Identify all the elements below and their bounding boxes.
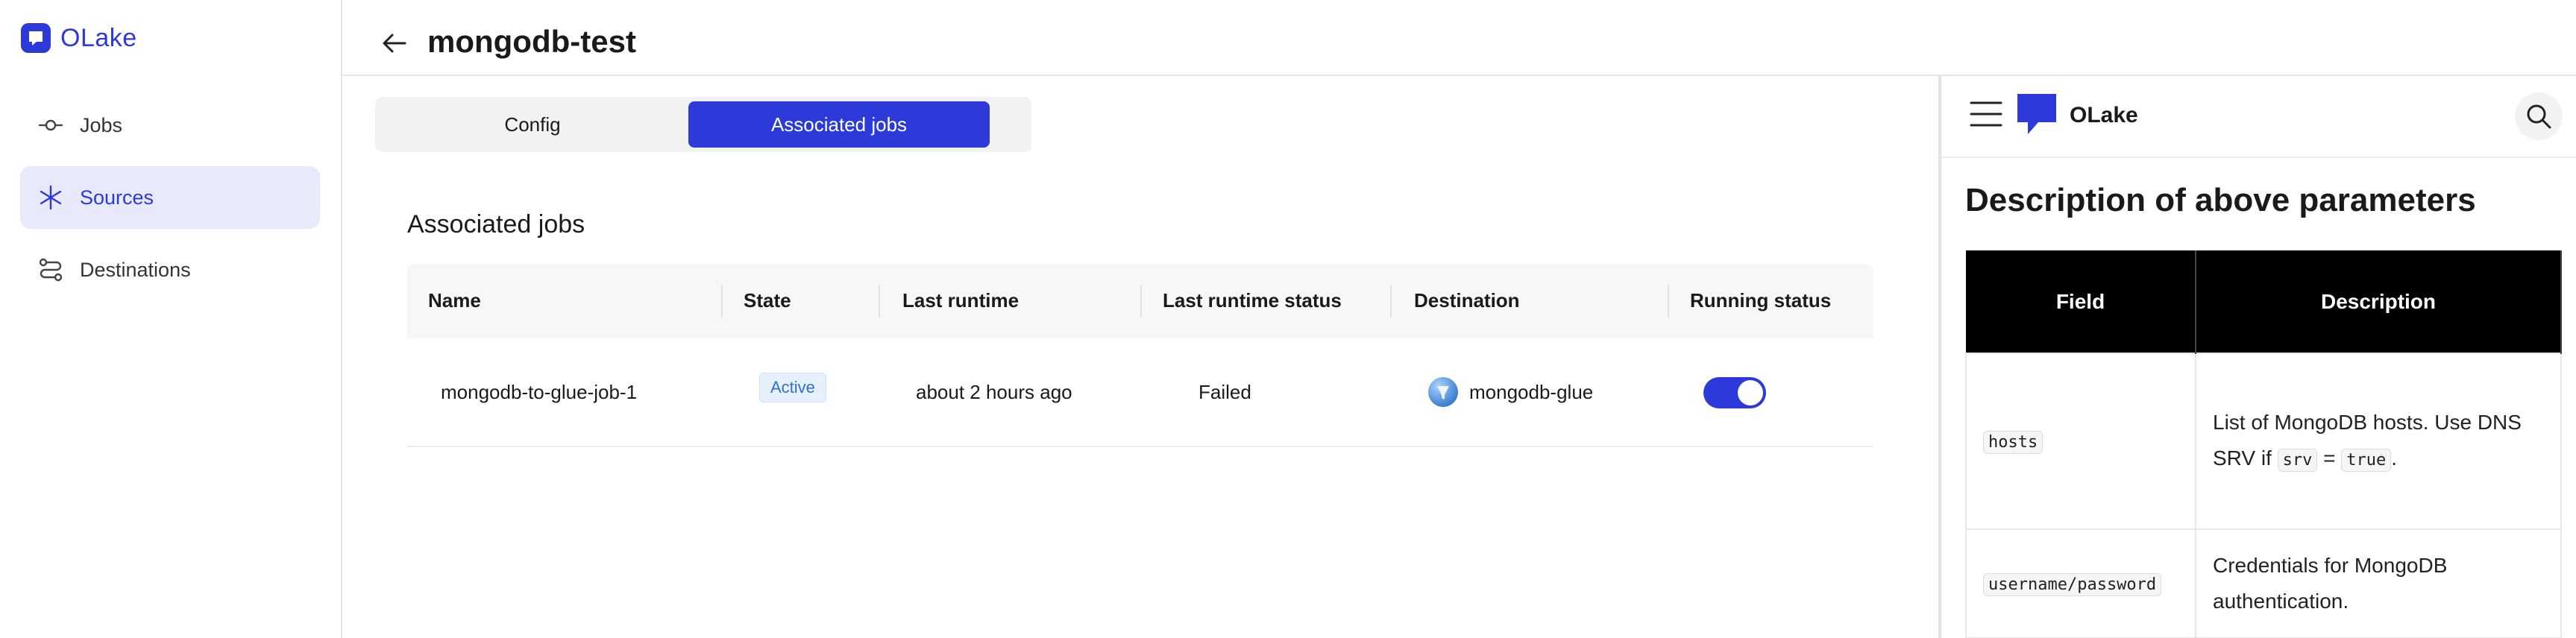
description-cell: Credentials for MongoDB authentication. (2195, 528, 2562, 638)
last-runtime: about 2 hours ago (916, 381, 1072, 403)
table-row: hosts List of MongoDB hosts. Use DNS SRV… (1965, 353, 2562, 530)
column-divider (879, 285, 880, 318)
sidebar-item-label: Jobs (80, 113, 123, 136)
glue-destination-icon (1428, 377, 1458, 407)
column-header-name[interactable]: Name (428, 289, 481, 312)
table-row: username/password Credentials for MongoD… (1965, 528, 2562, 638)
column-header-running-status[interactable]: Running status (1690, 289, 1831, 312)
column-header-destination[interactable]: Destination (1414, 289, 1520, 312)
inline-code: true (2341, 448, 2392, 472)
sidebar-nav: Jobs Sources Destinations (20, 94, 320, 311)
job-name-link[interactable]: mongodb-to-glue-job-1 (441, 381, 637, 404)
back-arrow-icon[interactable] (380, 28, 409, 58)
field-cell: hosts (1965, 353, 2196, 530)
last-runtime-status: Failed (1199, 381, 1251, 403)
page-title: mongodb-test (427, 24, 636, 59)
docs-topbar: OLake (1941, 76, 2576, 158)
field-code: username/password (1983, 572, 2162, 596)
description-text: Credentials for MongoDB authentication. (2213, 554, 2448, 613)
sidebar-item-destinations[interactable]: Destinations (20, 239, 320, 301)
section-title: Associated jobs (407, 210, 585, 239)
tab-config[interactable]: Config (380, 101, 685, 148)
column-header-last-runtime[interactable]: Last runtime (902, 289, 1019, 312)
inline-code: srv (2277, 448, 2318, 472)
search-icon[interactable] (2515, 92, 2563, 140)
destination-name[interactable]: mongodb-glue (1469, 381, 1593, 404)
tab-bar: Config Associated jobs (375, 97, 1031, 152)
route-icon (37, 256, 65, 284)
commit-icon (37, 111, 65, 139)
running-status-toggle[interactable] (1703, 377, 1766, 408)
column-divider (1140, 285, 1142, 318)
app-logo[interactable]: OLake (20, 22, 137, 54)
sidebar-item-label: Destinations (80, 258, 191, 281)
docs-heading: Description of above parameters (1965, 182, 2476, 218)
description-text: = (2317, 446, 2342, 470)
description-cell: List of MongoDB hosts. Use DNS SRV if sr… (2195, 353, 2562, 530)
column-header-state[interactable]: State (744, 289, 791, 312)
olake-logo-icon (21, 23, 51, 53)
menu-icon[interactable] (1970, 100, 2002, 128)
column-header-last-runtime-status[interactable]: Last runtime status (1163, 289, 1342, 312)
column-divider (721, 285, 723, 318)
sidebar-item-sources[interactable]: Sources (20, 166, 320, 229)
docs-panel: OLake Description of above parameters Fi… (1938, 76, 2576, 638)
logo-text: OLake (60, 23, 137, 52)
sidebar-item-label: Sources (80, 186, 154, 209)
main-content: Config Associated jobs Associated jobs N… (342, 76, 1938, 638)
parameters-table: Field Description hosts List of MongoDB … (1965, 250, 2562, 638)
column-divider (1390, 285, 1392, 318)
table-row: mongodb-to-glue-job-1 Active about 2 hou… (407, 338, 1873, 447)
parameters-table-header: Field Description (1966, 250, 2562, 353)
docs-logo-text[interactable]: OLake (2070, 103, 2138, 128)
page-header: mongodb-test (342, 0, 2576, 76)
column-header-field: Field (1966, 250, 2196, 353)
sparkle-icon (37, 183, 65, 212)
column-header-description: Description (2196, 250, 2562, 353)
sidebar: OLake Jobs Sources Destinations (0, 0, 342, 638)
column-divider (1668, 285, 1669, 318)
olake-flag-logo-icon[interactable] (2016, 92, 2058, 136)
table-header: Name State Last runtime Last runtime sta… (407, 264, 1873, 338)
field-code: hosts (1983, 430, 2043, 454)
tab-associated-jobs[interactable]: Associated jobs (688, 101, 990, 148)
toggle-knob (1738, 380, 1763, 405)
description-text: . (2391, 446, 2398, 470)
jobs-table: Name State Last runtime Last runtime sta… (407, 264, 1873, 447)
field-cell: username/password (1965, 528, 2196, 638)
status-badge: Active (759, 373, 826, 402)
sidebar-item-jobs[interactable]: Jobs (20, 94, 320, 157)
